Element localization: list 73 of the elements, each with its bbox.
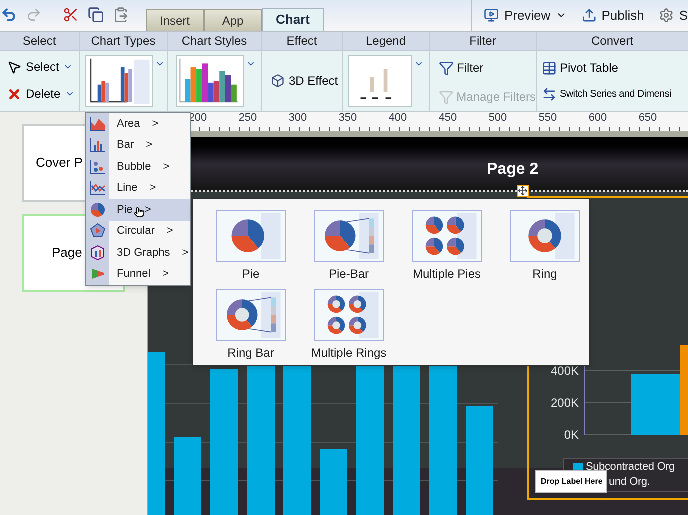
delete-icon xyxy=(7,86,22,102)
ruler-label: 500 xyxy=(488,112,508,126)
hand-cursor-icon xyxy=(134,207,145,218)
bar-chart-icon xyxy=(85,55,153,107)
axis-tick-label: 0K xyxy=(564,428,579,442)
swap-icon xyxy=(542,87,557,102)
axis-tick-label: 200K xyxy=(550,396,579,410)
filter-icon xyxy=(439,60,454,76)
copy-button[interactable] xyxy=(88,7,104,23)
filter-icon xyxy=(439,90,454,104)
pie-type-option[interactable]: Ring Bar xyxy=(202,289,300,362)
select-button[interactable]: Select xyxy=(7,58,79,76)
pie-chart-icon xyxy=(216,210,286,262)
chart-type-menu-item[interactable]: Pie > xyxy=(86,199,190,220)
ruler-label: 450 xyxy=(438,112,458,126)
filter-button[interactable]: Filter xyxy=(439,59,536,77)
radar-chart-icon xyxy=(90,223,106,240)
line-chart-icon xyxy=(90,180,106,196)
bubble-chart-icon xyxy=(90,158,106,175)
publish-icon xyxy=(582,8,597,23)
pie-chart-icon xyxy=(90,202,106,218)
pie-type-option[interactable]: Pie xyxy=(202,210,300,283)
ribbon-tab[interactable]: Chart xyxy=(262,8,324,31)
pie-chart-icon xyxy=(216,289,286,341)
3d-effect-button[interactable]: 3D Effect xyxy=(271,72,342,90)
area-chart-icon xyxy=(90,116,106,132)
group-title: Chart Types xyxy=(80,32,167,51)
ruler-label: 550 xyxy=(538,112,558,126)
group-title: Filter xyxy=(430,32,536,51)
axis-tick-label: 400K xyxy=(550,364,579,378)
group-title: Chart Styles xyxy=(168,32,261,51)
delete-button[interactable]: Delete xyxy=(7,85,79,103)
group-title: Legend xyxy=(343,32,429,51)
pie-chart-icon xyxy=(314,210,384,262)
switch-series-button[interactable]: Switch Series and Dimensi xyxy=(542,87,688,102)
chart-bar xyxy=(320,449,347,515)
pie-chart-icon xyxy=(412,210,482,262)
pie-type-option[interactable]: Multiple Rings xyxy=(300,289,398,362)
ruler-label: 300 xyxy=(288,112,308,126)
ribbon-tab[interactable]: App xyxy=(204,9,262,31)
paste-button[interactable] xyxy=(113,7,129,23)
pointer-icon xyxy=(7,60,22,74)
group-title: Select xyxy=(0,32,79,51)
bar-chart-icon xyxy=(90,137,106,154)
pie-type-option[interactable]: Multiple Pies xyxy=(398,210,496,283)
ruler-label: 350 xyxy=(338,112,358,126)
group-title: Effect xyxy=(262,32,342,51)
ruler-label: 250 xyxy=(238,112,258,126)
pie-type-option[interactable]: Pie-Bar xyxy=(300,210,398,283)
bar-chart-icon xyxy=(176,55,244,107)
preview-icon xyxy=(484,8,500,23)
group-title: Convert xyxy=(537,32,688,51)
pivot-table-button[interactable]: Pivot Table xyxy=(542,59,688,77)
ruler-label: 600 xyxy=(588,112,608,126)
publish-button[interactable]: Publish xyxy=(582,6,644,26)
pie-chart-icon xyxy=(314,289,384,341)
table-icon xyxy=(542,60,557,76)
legend-label: und Org. xyxy=(609,475,650,490)
ruler-label: 650 xyxy=(638,112,658,126)
cube-icon xyxy=(271,74,285,88)
page-title: Page 2 xyxy=(487,160,539,180)
cut-button[interactable] xyxy=(63,7,79,23)
settings-button[interactable]: S xyxy=(659,6,688,26)
settings-icon xyxy=(659,8,674,23)
pie-chart-icon xyxy=(510,210,580,262)
undo-button[interactable] xyxy=(1,7,17,23)
legend-icon xyxy=(348,55,412,107)
drop-label-tooltip: Drop Label Here xyxy=(535,470,607,493)
move-handle-icon[interactable] xyxy=(517,185,529,197)
ruler-label: 400 xyxy=(388,112,408,126)
pie-type-option[interactable]: Ring xyxy=(496,210,594,283)
preview-button[interactable]: Preview xyxy=(484,6,567,26)
ribbon-tab[interactable]: Insert xyxy=(146,9,204,31)
